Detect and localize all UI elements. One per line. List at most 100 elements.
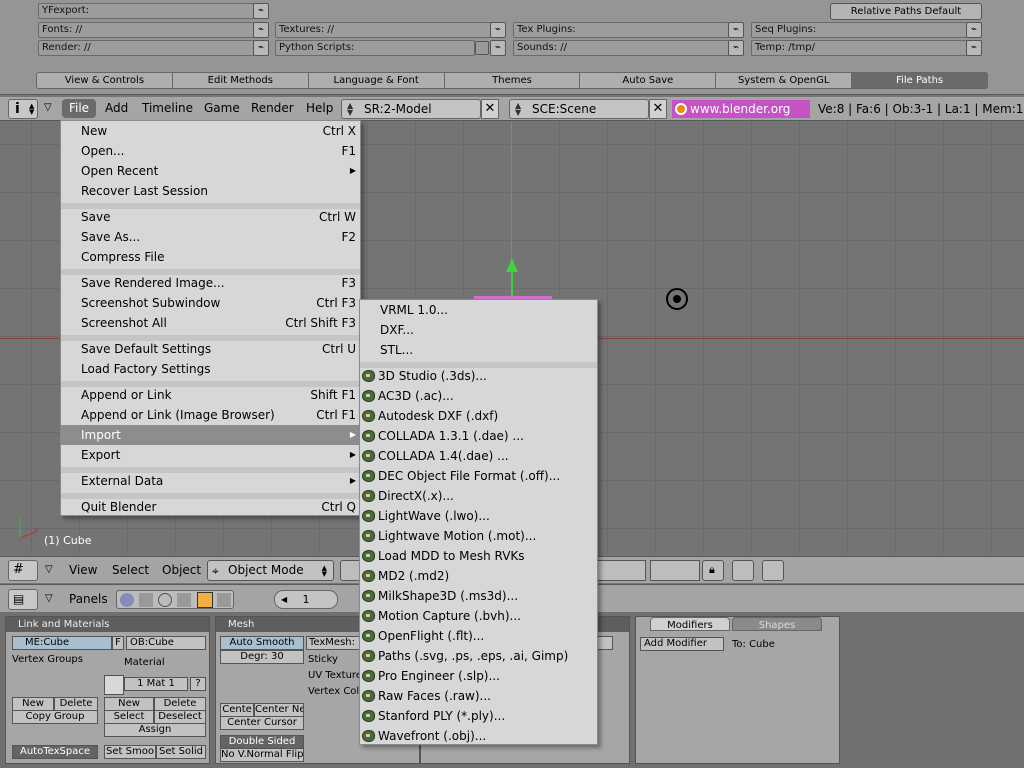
window-type-selector[interactable]: ▤	[8, 589, 38, 610]
menu-timeline[interactable]: Timeline	[142, 101, 193, 115]
menu-item-compress[interactable]: Compress File	[61, 247, 360, 267]
folder-icon[interactable]: ⌁	[253, 3, 269, 19]
menu-item-import-script[interactable]: Raw Faces (.raw)...	[360, 686, 597, 706]
menu-item-recover[interactable]: Recover Last Session	[61, 181, 360, 201]
menu-item-import-script[interactable]: Paths (.svg, .ps, .eps, .ai, Gimp)	[360, 646, 597, 666]
menu-item-save-default[interactable]: Save Default Settings Ctrl U	[61, 339, 360, 359]
python-scripts-path-field[interactable]: Python Scripts:	[275, 40, 475, 56]
folder-icon[interactable]: ⌁	[490, 40, 506, 56]
tex-plugins-path-field[interactable]: Tex Plugins:	[513, 22, 729, 38]
fonts-path-field[interactable]: Fonts: //	[38, 22, 254, 38]
material-select-button[interactable]: Select	[104, 710, 154, 724]
blender-website-link[interactable]: www.blender.org 246	[672, 100, 810, 134]
menu-item-import-script[interactable]: DEC Object File Format (.off)...	[360, 466, 597, 486]
degree-field[interactable]: Degr: 30	[220, 650, 304, 664]
refresh-icon[interactable]	[475, 41, 489, 55]
delete-screen-button[interactable]: ✕	[481, 99, 499, 119]
tab-modifiers[interactable]: Modifiers	[650, 617, 730, 631]
menu-item-open[interactable]: Open... F1	[61, 141, 360, 161]
menu-item-import-script[interactable]: AC3D (.ac)...	[360, 386, 597, 406]
centre-button[interactable]: Cente	[220, 703, 254, 717]
menu-item-import-script[interactable]: OpenFlight (.flt)...	[360, 626, 597, 646]
no-vnormal-flip-toggle[interactable]: No V.Normal Flip	[220, 748, 304, 762]
menu-item-append-browser[interactable]: Append or Link (Image Browser) Ctrl F1	[61, 405, 360, 425]
editing-icon[interactable]	[197, 592, 213, 608]
menu-item-import-script[interactable]: 3D Studio (.3ds)...	[360, 366, 597, 386]
menu-item-load-factory[interactable]: Load Factory Settings	[61, 359, 360, 379]
menu-item-import-script[interactable]: COLLADA 1.4(.dae) ...	[360, 446, 597, 466]
centre-cursor-button[interactable]: Center Cursor	[220, 716, 304, 730]
render-path-field[interactable]: Render: //	[38, 40, 254, 56]
layer-buttons-a[interactable]	[596, 560, 646, 581]
folder-icon[interactable]: ⌁	[966, 22, 982, 38]
fake-user-button[interactable]: F	[112, 636, 124, 650]
menu-panels[interactable]: Panels	[69, 592, 108, 606]
tab-themes[interactable]: Themes	[444, 72, 581, 89]
layer-buttons-b[interactable]	[650, 560, 700, 581]
menu-add[interactable]: Add	[105, 101, 128, 115]
menu-render[interactable]: Render	[251, 101, 294, 115]
relative-paths-default-toggle[interactable]: Relative Paths Default	[830, 3, 982, 20]
menu-file[interactable]: File	[62, 99, 96, 118]
scene-icon[interactable]	[217, 593, 231, 607]
yfexport-path-field[interactable]: YFexport:	[38, 3, 254, 19]
menu-item-save-as[interactable]: Save As... F2	[61, 227, 360, 247]
copy-group-button[interactable]: Copy Group	[12, 710, 98, 724]
screen-selector[interactable]: ▲ ▼ SR:2-Model	[341, 99, 481, 119]
scene-selector[interactable]: ▲ ▼ SCE:Scene	[509, 99, 649, 119]
object-icon[interactable]	[177, 593, 191, 607]
folder-icon[interactable]: ⌁	[728, 22, 744, 38]
frame-number-field[interactable]: ◀ 1	[274, 590, 338, 609]
material-help-button[interactable]: ?	[190, 677, 206, 691]
menu-item-screenshot-all[interactable]: Screenshot All Ctrl Shift F3	[61, 313, 360, 333]
menu-item-screenshot-subwindow[interactable]: Screenshot Subwindow Ctrl F3	[61, 293, 360, 313]
menu-item-export[interactable]: Export ▶	[61, 445, 360, 465]
window-type-selector[interactable]: i ▲ ▼	[8, 99, 38, 119]
autotexspace-toggle[interactable]: AutoTexSpace	[12, 745, 98, 759]
menu-item-import-script[interactable]: MD2 (.md2)	[360, 566, 597, 586]
window-type-selector[interactable]: #	[8, 560, 38, 581]
menu-item-import-script[interactable]: Pro Engineer (.slp)...	[360, 666, 597, 686]
context-buttons[interactable]	[116, 590, 234, 609]
sounds-path-field[interactable]: Sounds: //	[513, 40, 729, 56]
vgroup-delete-button[interactable]: Delete	[54, 697, 98, 711]
menu-item-import-dxf[interactable]: DXF...	[360, 320, 597, 340]
menu-help[interactable]: Help	[306, 101, 333, 115]
mesh-datablock-field[interactable]: ME:Cube	[12, 636, 112, 650]
menu-item-import-script[interactable]: Autodesk DXF (.dxf)	[360, 406, 597, 426]
tab-system-opengl[interactable]: System & OpenGL	[716, 72, 853, 89]
folder-icon[interactable]: ⌁	[490, 22, 506, 38]
collapse-menu-icon[interactable]: ▽	[45, 564, 53, 575]
material-color-swatch[interactable]	[104, 675, 124, 695]
menu-game[interactable]: Game	[204, 101, 240, 115]
menu-item-import-script[interactable]: LightWave (.lwo)...	[360, 506, 597, 526]
shading-icon[interactable]	[158, 593, 172, 607]
script-icon[interactable]	[139, 593, 153, 607]
material-index-field[interactable]: 1 Mat 1	[124, 677, 188, 691]
render-image-icon[interactable]	[762, 560, 784, 581]
material-deselect-button[interactable]: Deselect	[154, 710, 206, 724]
folder-icon[interactable]: ⌁	[966, 40, 982, 56]
menu-item-save[interactable]: Save Ctrl W	[61, 207, 360, 227]
tab-shapes[interactable]: Shapes	[732, 617, 822, 631]
panel-button[interactable]	[597, 636, 613, 650]
menu-item-import-script[interactable]: Stanford PLY (*.ply)...	[360, 706, 597, 726]
object-datablock-field[interactable]: OB:Cube	[126, 636, 206, 650]
menu-item-import-script[interactable]: DirectX(.x)...	[360, 486, 597, 506]
vgroup-new-button[interactable]: New	[12, 697, 54, 711]
3d-cursor-icon[interactable]	[666, 288, 688, 310]
menu-item-new[interactable]: New Ctrl X	[61, 121, 360, 141]
logic-icon[interactable]	[120, 593, 134, 607]
left-arrow-icon[interactable]: ◀	[281, 591, 287, 608]
temp-path-field[interactable]: Temp: /tmp/	[751, 40, 967, 56]
menu-item-import-script[interactable]: Motion Capture (.bvh)...	[360, 606, 597, 626]
tab-view-controls[interactable]: View & Controls	[36, 72, 173, 89]
menu-item-import-script[interactable]: Load MDD to Mesh RVKs	[360, 546, 597, 566]
menu-item-save-rendered[interactable]: Save Rendered Image... F3	[61, 273, 360, 293]
menu-item-import-script[interactable]: COLLADA 1.3.1 (.dae) ...	[360, 426, 597, 446]
folder-icon[interactable]: ⌁	[728, 40, 744, 56]
menu-select[interactable]: Select	[112, 563, 149, 577]
collapse-menu-icon[interactable]: ▽	[44, 102, 52, 113]
seq-plugins-path-field[interactable]: Seq Plugins:	[751, 22, 967, 38]
material-assign-button[interactable]: Assign	[104, 723, 206, 737]
